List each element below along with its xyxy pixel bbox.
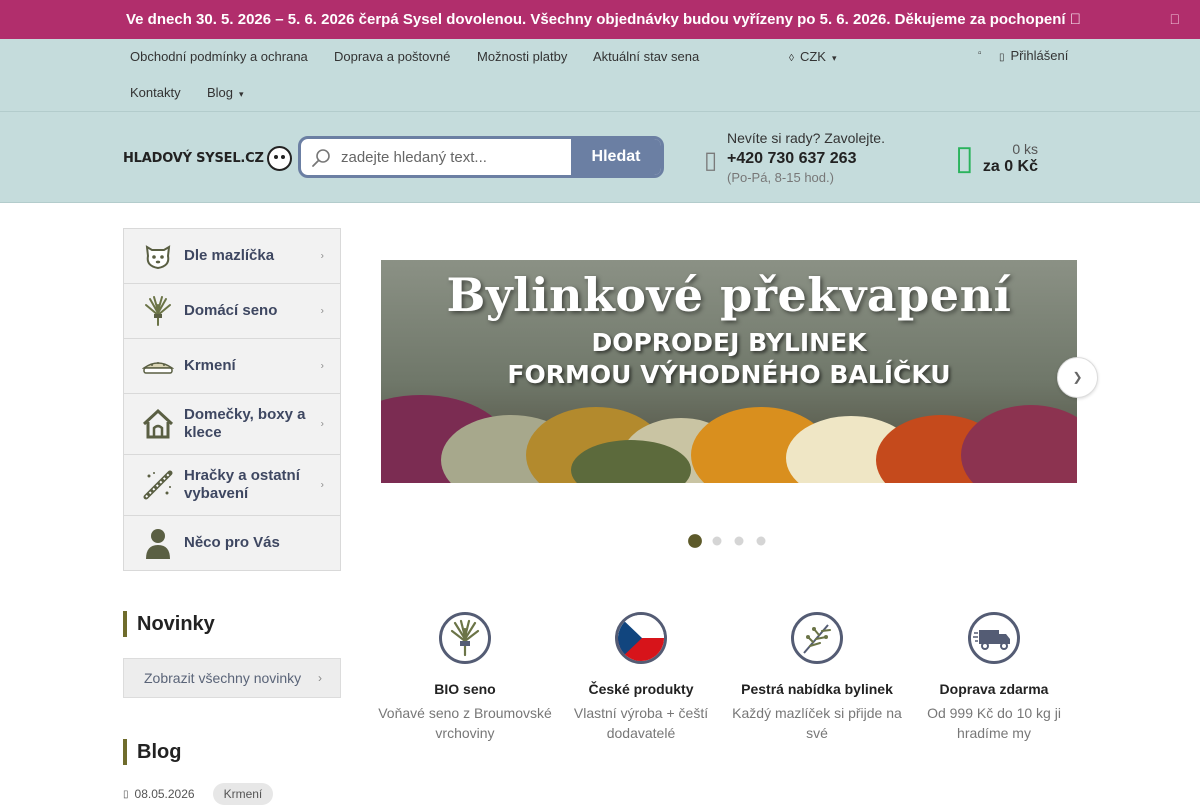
chevron-right-icon: ›	[320, 360, 324, 372]
currency-selector[interactable]: ◊ CZK ▾	[789, 49, 836, 64]
nav-link-terms[interactable]: Obchodní podmínky a ochrana	[130, 49, 308, 64]
news-heading: Novinky	[123, 611, 215, 637]
chevron-down-icon: ▾	[239, 89, 244, 99]
slider-dot[interactable]	[756, 536, 766, 546]
chevron-right-icon: ›	[320, 250, 324, 262]
category-item-pets[interactable]: Dle mazlíčka ›	[124, 229, 340, 284]
login-label: Přihlášení	[1010, 48, 1069, 63]
phone-number[interactable]: +420 730 637 263	[727, 150, 856, 168]
house-icon	[142, 408, 174, 439]
blog-post-tag[interactable]: Krmení	[212, 783, 274, 805]
category-label: Něco pro Vás	[184, 534, 280, 551]
phone-prompt: Nevíte si rady? Zavolejte.	[727, 130, 885, 146]
blog-post-date: 08.05.2026	[134, 787, 195, 801]
person-icon	[146, 529, 170, 559]
slider-dot[interactable]	[712, 536, 722, 546]
nav-blog-label: Blog	[207, 85, 234, 100]
slider-dot[interactable]	[734, 536, 744, 546]
feature-desc: Každý mazlíček si přijde na své	[732, 705, 902, 741]
category-menu: Dle mazlíčka › Domácí seno › Krmení › Do…	[123, 228, 341, 571]
nav-link-blog[interactable]: Blog ▾	[207, 85, 244, 100]
herbs-icon	[791, 612, 843, 664]
category-label: Hračky a ostatní vybavení	[184, 467, 300, 502]
blog-heading: Blog	[123, 739, 181, 765]
feature-desc: Vlastní výroba + čeští dodavatelé	[573, 705, 709, 741]
banner-subtitle-1: DOPRODEJ BYLINEK	[591, 328, 867, 357]
czech-flag-icon	[615, 612, 667, 664]
feature-title: Pestrá nabídka bylinek	[741, 681, 893, 697]
nav-link-shipping[interactable]: Doprava a poštovné	[334, 49, 450, 64]
feature-bio-hay: BIO seno Voňavé seno z Broumovské vrchov…	[377, 612, 553, 743]
feature-free-shipping: Doprava zdarma Od 999 Kč do 10 kg ji hra…	[906, 612, 1082, 743]
feature-title: České produkty	[588, 681, 694, 697]
cart-icon: ▯	[955, 139, 974, 177]
search-input[interactable]	[341, 139, 573, 175]
category-label: Krmení	[184, 357, 236, 374]
currency-icon: ◊	[789, 53, 794, 64]
chevron-down-icon: ▾	[831, 53, 837, 63]
hay-bundle-icon	[439, 612, 491, 664]
category-item-feeding[interactable]: Krmení ›	[124, 339, 340, 394]
feature-title: BIO seno	[434, 681, 496, 697]
cart-count: 0 ks	[1012, 141, 1038, 157]
hay-icon	[145, 296, 171, 326]
search-form: Hledat	[298, 136, 664, 178]
chevron-right-icon: ›	[320, 479, 324, 491]
site-logo[interactable]: HLADOVÝ SYSEL.CZ	[123, 143, 292, 173]
all-news-label: Zobrazit všechny novinky	[144, 670, 302, 686]
category-label: Domácí seno	[184, 302, 278, 319]
top-navigation: Obchodní podmínky a ochrana Doprava a po…	[0, 39, 1200, 112]
banner-subtitle-2: FORMOU VÝHODNÉHO BALÍČKU	[507, 360, 951, 389]
category-item-toys[interactable]: Hračky a ostatní vybavení ›	[124, 455, 340, 516]
chevron-right-icon: ›	[320, 305, 324, 317]
chevron-right-icon: ›	[320, 418, 324, 430]
blog-post-meta: ▯ 08.05.2026 Krmení	[123, 783, 274, 805]
notice-text: Ve dnech 30. 5. 2026 – 5. 6. 2026 čerpá …	[126, 11, 1081, 28]
nav-link-contacts[interactable]: Kontakty	[130, 85, 181, 100]
site-header: HLADOVÝ SYSEL.CZ Hledat ▯ Nevíte si rady…	[0, 112, 1200, 203]
chevron-right-icon: ›	[318, 671, 322, 685]
cart-widget[interactable]: ▯ 0 ks za 0 Kč	[955, 136, 1075, 184]
banner-title: Bylinkové překvapení	[446, 268, 1012, 322]
user-icon: ▯	[999, 52, 1005, 63]
promo-banner[interactable]: Bylinkové překvapení DOPRODEJ BYLINEK FO…	[381, 260, 1077, 483]
gopher-face-icon	[266, 145, 292, 171]
logo-text: HLADOVÝ SYSEL.CZ	[123, 150, 264, 166]
category-label: Dle mazlíčka	[184, 247, 275, 264]
slider-dots	[688, 534, 767, 548]
feature-desc: Od 999 Kč do 10 kg ji hradíme my	[927, 705, 1061, 741]
slider-dot[interactable]	[688, 534, 702, 548]
food-bowl-icon	[142, 362, 174, 374]
notice-close-icon[interactable]: 	[1170, 0, 1181, 39]
nav-link-payment[interactable]: Možnosti platby	[477, 49, 567, 64]
category-item-houses[interactable]: Domečky, boxy a klece ›	[124, 394, 340, 455]
phone-icon: ▯	[704, 147, 718, 174]
toys-icon	[143, 470, 173, 500]
settings-icon[interactable]: ▫	[978, 48, 982, 59]
all-news-button[interactable]: Zobrazit všechny novinky ›	[123, 658, 341, 698]
currency-label: CZK	[799, 49, 826, 64]
nav-link-hay-status[interactable]: Aktuální stav sena	[593, 49, 699, 64]
feature-desc: Voňavé seno z Broumovské vrchoviny	[378, 705, 552, 741]
calendar-icon: ▯	[123, 788, 129, 800]
category-item-hay[interactable]: Domácí seno ›	[124, 284, 340, 339]
search-icon	[312, 149, 330, 167]
phone-hours: (Po-Pá, 8-15 hod.)	[727, 170, 834, 185]
login-link[interactable]: ▯ Přihlášení	[999, 48, 1068, 63]
search-button[interactable]: Hledat	[571, 139, 661, 175]
pet-face-icon	[145, 245, 171, 270]
slider-next-button[interactable]: ❯	[1057, 357, 1098, 398]
cart-total: za 0 Kč	[982, 158, 1038, 175]
category-label: Domečky, boxy a klece	[184, 406, 306, 441]
feature-title: Doprava zdarma	[939, 681, 1049, 697]
feature-czech-products: České produkty Vlastní výroba + čeští do…	[553, 612, 729, 743]
category-item-for-you[interactable]: Něco pro Vás	[124, 516, 340, 570]
vacation-notice-bar: Ve dnech 30. 5. 2026 – 5. 6. 2026 čerpá …	[0, 0, 1200, 39]
feature-herbs: Pestrá nabídka bylinek Každý mazlíček si…	[729, 612, 905, 743]
delivery-truck-icon	[968, 612, 1020, 664]
